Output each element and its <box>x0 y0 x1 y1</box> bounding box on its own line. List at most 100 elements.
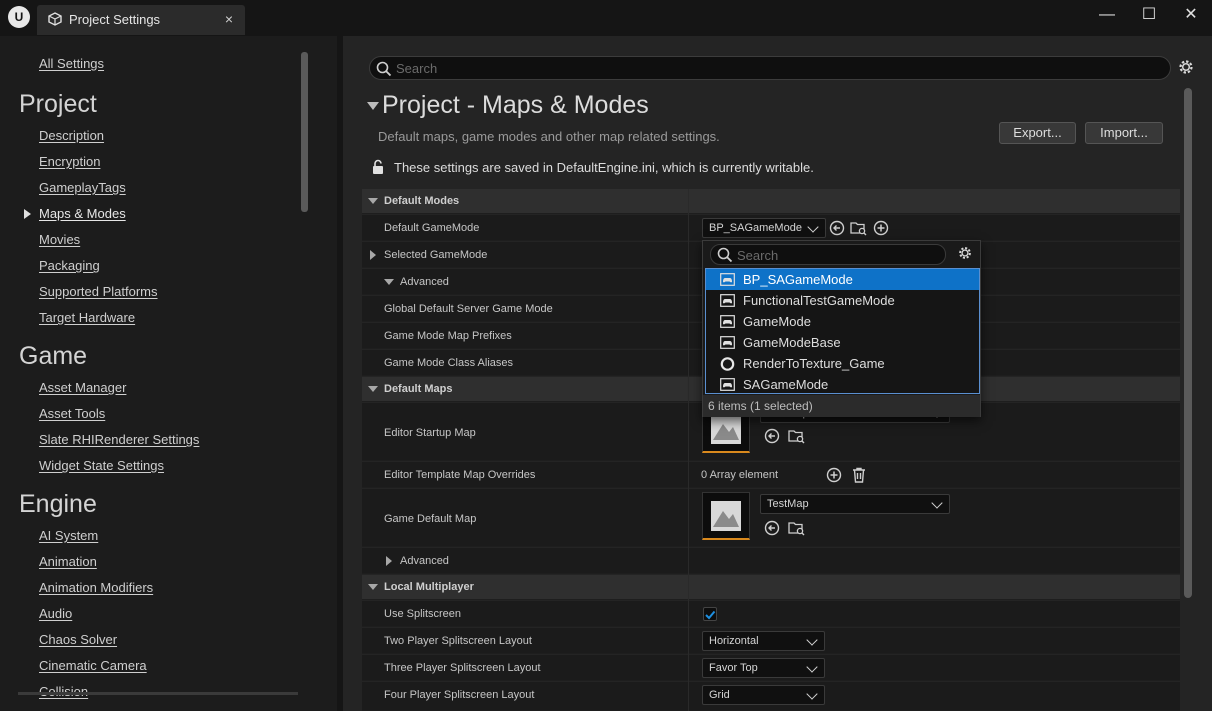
combo-value: Favor Top <box>709 662 758 674</box>
add-new-icon[interactable] <box>873 220 889 236</box>
gamepad-icon <box>720 378 735 391</box>
list-item[interactable]: GameMode <box>706 311 979 332</box>
checkmark-icon <box>705 610 716 620</box>
trash-icon[interactable] <box>852 467 866 483</box>
export-button[interactable]: Export... <box>999 122 1076 144</box>
game-default-map-combo[interactable]: TestMap <box>760 494 950 514</box>
sidebar-item-packaging[interactable]: Packaging <box>39 258 100 273</box>
list-item[interactable]: SAGameMode <box>706 374 979 395</box>
sidebar-item-encryption[interactable]: Encryption <box>39 154 100 169</box>
chevron-down-icon <box>806 688 818 700</box>
gamepad-icon <box>720 336 735 349</box>
category-default-modes[interactable]: Default Modes <box>362 189 1180 214</box>
search-input[interactable] <box>396 60 1136 76</box>
settings-search-box[interactable] <box>369 56 1171 80</box>
use-selected-arrow-icon[interactable] <box>764 428 780 444</box>
sidebar-item-description[interactable]: Description <box>39 128 104 143</box>
chevron-down-icon <box>806 634 818 646</box>
property-label: Default GameMode <box>384 222 480 234</box>
map-thumbnail[interactable] <box>702 492 750 540</box>
property-label: Use Splitscreen <box>384 608 462 620</box>
use-splitscreen-checkbox[interactable] <box>703 607 717 621</box>
collapse-category-icon[interactable] <box>367 102 379 110</box>
sidebar-item-gameplaytags[interactable]: GameplayTags <box>39 180 126 195</box>
popup-search-box[interactable] <box>710 244 946 265</box>
maximize-button[interactable]: ☐ <box>1135 4 1163 26</box>
list-item-label: BP_SAGameMode <box>743 272 853 287</box>
tab-close-icon[interactable]: × <box>225 11 233 27</box>
list-item-label: SAGameMode <box>743 377 829 392</box>
minimize-button[interactable]: — <box>1093 4 1121 26</box>
sidebar-section-project: Project <box>19 90 97 118</box>
category-local-multiplayer[interactable]: Local Multiplayer <box>362 575 1180 600</box>
sidebar-item-movies[interactable]: Movies <box>39 232 80 247</box>
property-row-three-player-layout: Three Player Splitscreen Layout Favor To… <box>362 655 1180 681</box>
settings-gear-icon[interactable] <box>1177 58 1195 76</box>
sidebar-item-ai-system[interactable]: AI System <box>39 528 98 543</box>
sidebar-item-asset-tools[interactable]: Asset Tools <box>39 406 105 421</box>
list-item[interactable]: FunctionalTestGameMode <box>706 290 979 311</box>
combo-value: Horizontal <box>709 635 759 647</box>
active-item-arrow-icon <box>24 209 31 219</box>
gamepad-icon <box>720 294 735 307</box>
import-button[interactable]: Import... <box>1085 122 1163 144</box>
gamemode-class-list: BP_SAGameMode FunctionalTestGameMode Gam… <box>705 268 980 394</box>
sidebar-section-engine: Engine <box>19 490 97 518</box>
popup-search-input[interactable] <box>737 248 937 262</box>
sidebar-item-animation-modifiers[interactable]: Animation Modifiers <box>39 580 153 595</box>
settings-sidebar: All Settings Project Description Encrypt… <box>0 36 337 711</box>
gamemode-picker-popup: BP_SAGameMode FunctionalTestGameMode Gam… <box>702 240 981 417</box>
sidebar-item-target-hardware[interactable]: Target Hardware <box>39 310 135 325</box>
use-selected-arrow-icon[interactable] <box>764 520 780 536</box>
two-player-layout-combo[interactable]: Horizontal <box>702 631 825 651</box>
sidebar-item-slate-rhirenderer[interactable]: Slate RHIRenderer Settings <box>39 432 199 447</box>
sidebar-item-supported-platforms[interactable]: Supported Platforms <box>39 284 158 299</box>
combo-value: BP_SAGameMode <box>709 222 802 234</box>
property-label: Game Default Map <box>384 513 477 525</box>
category-label: Local Multiplayer <box>384 581 474 593</box>
sidebar-horizontal-scrollbar[interactable] <box>18 692 298 695</box>
combo-value: Grid <box>709 689 730 701</box>
tab-label: Project Settings <box>69 12 161 27</box>
sidebar-scrollbar[interactable] <box>301 52 308 212</box>
sidebar-item-maps-modes[interactable]: Maps & Modes <box>39 206 126 221</box>
four-player-layout-combo[interactable]: Grid <box>702 685 825 705</box>
picker-options-gear-icon[interactable] <box>957 245 973 261</box>
property-row-advanced-maps[interactable]: Advanced <box>362 548 1180 574</box>
sidebar-item-animation[interactable]: Animation <box>39 554 97 569</box>
sidebar-item-audio[interactable]: Audio <box>39 606 72 621</box>
circle-icon <box>720 357 735 371</box>
browse-folder-icon[interactable] <box>788 520 805 536</box>
sidebar-item-widget-state[interactable]: Widget State Settings <box>39 458 164 473</box>
search-icon <box>717 247 733 263</box>
browse-folder-icon[interactable] <box>850 220 867 236</box>
chevron-down-icon <box>807 221 819 233</box>
list-item[interactable]: BP_SAGameMode <box>706 269 979 290</box>
list-item-label: GameModeBase <box>743 335 841 350</box>
property-label: Advanced <box>400 276 449 288</box>
sidebar-item-cinematic-camera[interactable]: Cinematic Camera <box>39 658 147 673</box>
sidebar-item-asset-manager[interactable]: Asset Manager <box>39 380 126 395</box>
list-item[interactable]: GameModeBase <box>706 332 979 353</box>
main-scrollbar[interactable] <box>1184 88 1192 598</box>
close-window-button[interactable]: ✕ <box>1177 4 1205 26</box>
property-label: Editor Startup Map <box>384 427 476 439</box>
collapse-arrow-icon <box>368 198 378 204</box>
map-asset-icon <box>711 501 741 531</box>
add-element-icon[interactable] <box>826 467 842 483</box>
sidebar-item-all-settings[interactable]: All Settings <box>39 56 104 71</box>
default-gamemode-combo[interactable]: BP_SAGameMode <box>702 218 826 238</box>
browse-folder-icon[interactable] <box>788 428 805 444</box>
item-count-text: 6 items (1 selected) <box>708 399 813 413</box>
page-description: Default maps, game modes and other map r… <box>378 129 720 144</box>
chevron-down-icon <box>931 497 943 509</box>
name-value-splitter[interactable] <box>688 189 689 711</box>
property-label: Selected GameMode <box>384 249 488 261</box>
tab-project-settings[interactable]: Project Settings × <box>37 5 245 35</box>
sidebar-item-chaos-solver[interactable]: Chaos Solver <box>39 632 117 647</box>
property-row-default-gamemode: Default GameMode BP_SAGameMode <box>362 215 1180 241</box>
use-selected-arrow-icon[interactable] <box>829 220 845 236</box>
property-label: Editor Template Map Overrides <box>384 469 536 481</box>
list-item[interactable]: RenderToTexture_Game <box>706 353 979 374</box>
three-player-layout-combo[interactable]: Favor Top <box>702 658 825 678</box>
